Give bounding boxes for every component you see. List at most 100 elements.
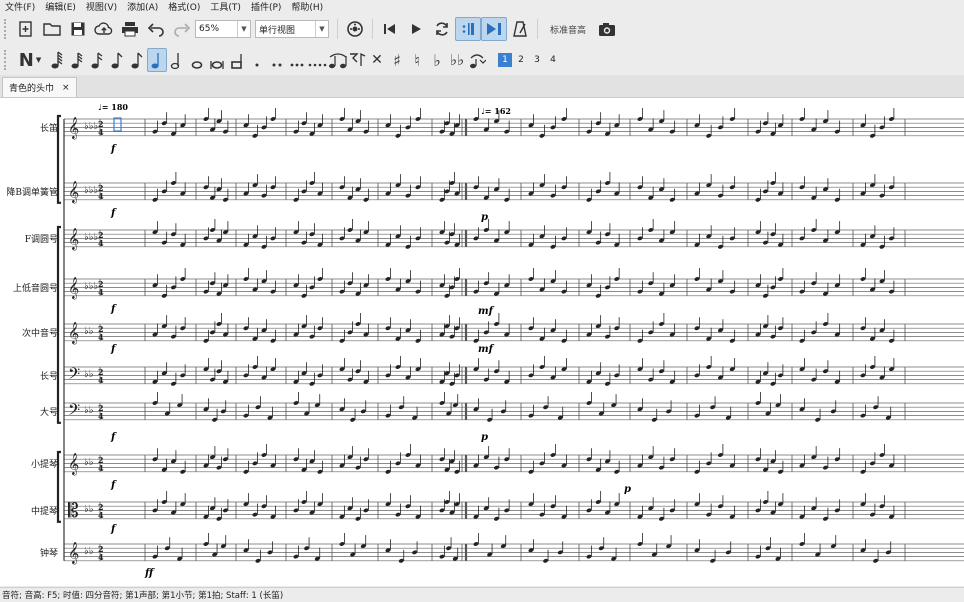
metronome-icon [513,21,527,37]
double-sharp-button[interactable]: ✕ [367,48,387,72]
upload-online-button[interactable] [91,17,117,41]
menu-edit[interactable]: 编辑(E) [40,0,81,13]
double-flat-icon: ♭♭ [449,51,465,69]
double-flat-button[interactable]: ♭♭ [447,48,467,72]
dynamic-p-tuba: p [481,432,488,443]
menu-format[interactable]: 格式(O) [163,0,205,13]
rest-button[interactable] [347,48,367,72]
duration-64th-button[interactable] [47,48,67,72]
print-icon [122,22,138,37]
dynamic-f-baritone-horn: f [110,304,117,315]
svg-text:4: 4 [98,463,104,473]
menu-tools[interactable]: 工具(T) [205,0,246,13]
svg-text:𝄞: 𝄞 [68,117,79,140]
loop-button[interactable] [429,17,455,41]
tempo-marking-180: ♩= 180 [98,102,128,112]
mixer-button[interactable] [342,17,368,41]
toolbar-grip[interactable] [4,19,10,39]
svg-text:次中音号: 次中音号 [22,327,58,339]
augmentation-dot-button[interactable] [247,48,267,72]
sixty-fourth-note-icon [51,51,63,69]
svg-text:𝄞: 𝄞 [68,228,79,251]
view-mode-select[interactable]: 单行视图 ▼ [255,20,329,38]
dot-icon [255,63,259,67]
pan-score-button[interactable] [481,17,507,41]
selected-note-cursor[interactable] [113,117,122,132]
longa-note-icon [231,54,242,69]
toolbar-separator [337,19,338,39]
double-dot-icon [272,63,282,67]
score-canvas[interactable]: 𝄞 ♭♭♭ 2 4 𝄞 ♭♭♭ 2 4 𝄞 ♭♭♭ 2 4 𝄞 ♭♭♭ 2 4 𝄞 ♭♭ 2 4 𝄢 ♭♭ 2 4 𝄢 ♭♭ 2 4 𝄞… [0,98,964,586]
redo-button[interactable] [169,17,195,41]
cloud-upload-icon [94,22,113,35]
duration-half-button[interactable] [167,48,187,72]
duration-16th-button[interactable] [87,48,107,72]
menu-add[interactable]: 添加(A) [122,0,163,13]
duration-eighth-button[interactable] [127,48,147,72]
image-capture-button[interactable] [594,17,620,41]
toolbar-grip[interactable] [4,50,10,70]
concert-pitch-toggle[interactable]: 标准音高 [550,23,586,36]
voice-4-button[interactable]: 4 [546,53,560,67]
double-dot-button[interactable] [267,48,287,72]
duration-whole-button[interactable] [187,48,207,72]
menu-help[interactable]: 帮助(H) [286,0,328,13]
open-button[interactable] [39,17,65,41]
loop-icon [436,22,448,36]
score-tab[interactable]: 青色的头巾 × [2,77,77,97]
voice-3-button[interactable]: 3 [530,53,544,67]
voice-1-button[interactable]: 1 [498,53,512,67]
undo-button[interactable] [143,17,169,41]
note-input-mode-button[interactable]: N ▼ [13,48,47,72]
svg-text:上低音圆号: 上低音圆号 [13,282,58,294]
voice-2-button[interactable]: 2 [514,53,528,67]
menu-file[interactable]: 文件(F) [0,0,40,13]
status-bar: 音符; 音高: F5; 时值: 四分音符; 第1声部; 第1小节; 第1拍; S… [0,587,964,602]
duration-longa-button[interactable] [227,48,247,72]
sharp-button[interactable]: ♯ [387,48,407,72]
play-button[interactable] [403,17,429,41]
duration-quarter-button[interactable] [147,48,167,72]
eighth-note-icon [111,52,123,69]
dynamic-f-tuba: f [110,432,117,443]
new-score-button[interactable] [13,17,39,41]
dynamic-p-violin: p [624,484,631,495]
menu-plugins[interactable]: 插件(P) [246,0,286,13]
pan-icon [487,23,501,35]
instrument-names: 长笛降B调单簧管 F调圆号上低音圆号次中音号长号大号小提琴中提琴钟琴 [6,122,58,559]
natural-button[interactable]: ♮ [407,48,427,72]
repeat-sign-icon [462,23,474,35]
svg-text:4: 4 [98,238,104,248]
skip-back-icon [384,24,395,34]
metronome-button[interactable] [507,17,533,41]
play-repeats-button[interactable] [455,17,481,41]
dynamic-f-clarinet: f [110,208,117,219]
svg-text:钟琴: 钟琴 [40,547,58,559]
quadruple-dot-button[interactable] [307,48,327,72]
triple-dot-button[interactable] [287,48,307,72]
flip-direction-button[interactable] [467,48,487,72]
duration-32nd-button[interactable] [67,48,87,72]
close-icon[interactable]: × [62,83,70,93]
duration-breve-button[interactable] [207,48,227,72]
duration-eighth-dot-button[interactable] [107,48,127,72]
menu-bar: 文件(F) 编辑(E) 视图(V) 添加(A) 格式(O) 工具(T) 插件(P… [0,0,964,13]
flip-direction-icon [470,54,486,69]
camera-icon [599,23,616,36]
view-mode-value: 单行视图 [259,25,296,36]
rewind-button[interactable] [377,17,403,41]
svg-text:♭♭: ♭♭ [84,457,94,468]
svg-text:4: 4 [98,375,104,385]
save-button[interactable] [65,17,91,41]
zoom-select[interactable]: 65% ▼ [195,20,251,38]
file-toolbar: 65% ▼ 单行视图 ▼ 标准音高 [0,13,964,46]
status-text: 音符; 音高: F5; 时值: 四分音符; 第1声部; 第1小节; 第1拍; S… [2,591,284,601]
new-file-icon [19,21,32,37]
tie-button[interactable] [327,48,347,72]
svg-text:𝄢: 𝄢 [68,401,80,423]
flat-button[interactable]: ♭ [427,48,447,72]
quadruple-dot-icon [308,63,327,67]
mixer-dial-icon [347,21,363,37]
print-button[interactable] [117,17,143,41]
menu-view[interactable]: 视图(V) [81,0,122,13]
